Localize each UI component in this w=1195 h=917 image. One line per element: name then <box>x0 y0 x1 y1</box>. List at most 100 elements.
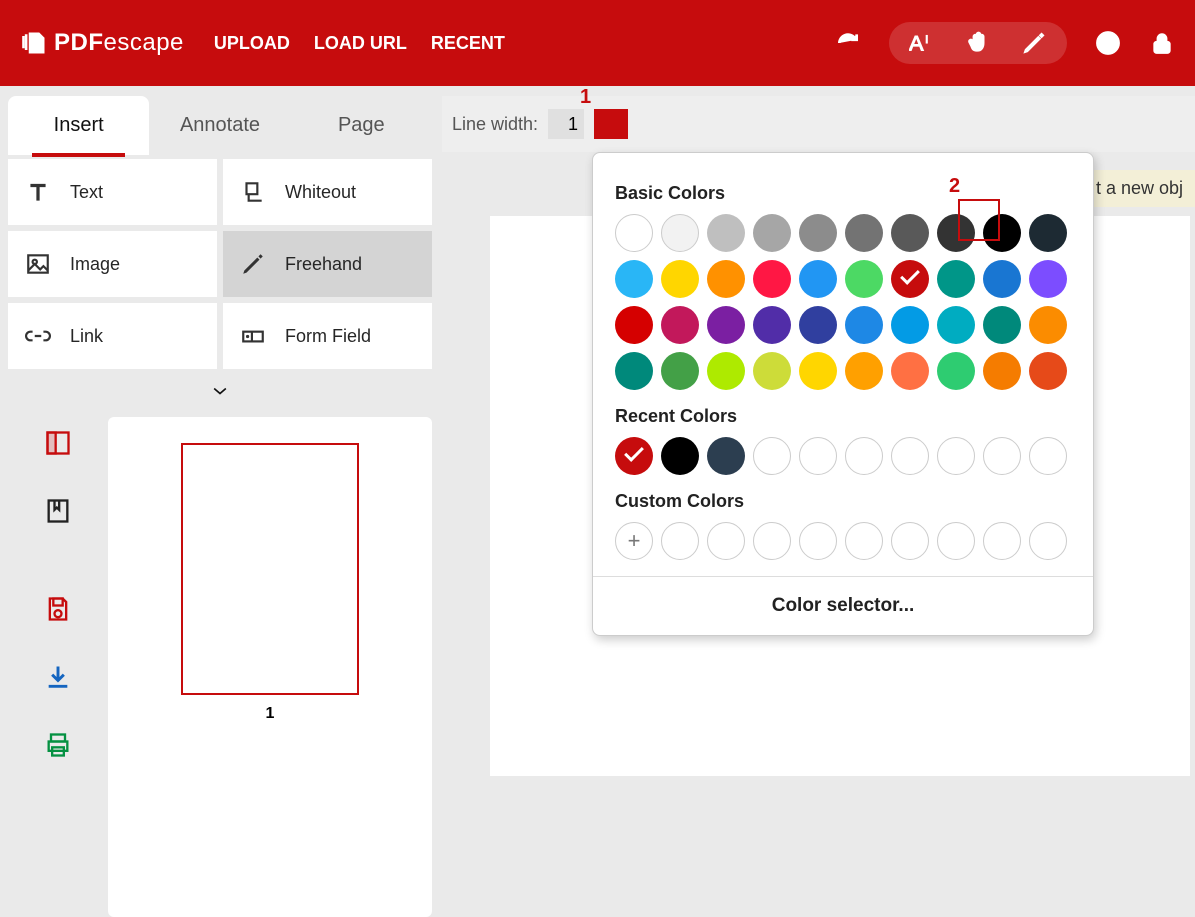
color-swatch[interactable] <box>661 214 699 252</box>
property-bar: Line width: <box>442 96 1195 152</box>
color-swatch[interactable] <box>707 352 745 390</box>
color-swatch[interactable] <box>845 260 883 298</box>
color-swatch-empty[interactable] <box>661 522 699 560</box>
color-swatch[interactable] <box>1029 260 1067 298</box>
color-swatch-empty[interactable] <box>799 522 837 560</box>
color-swatch[interactable] <box>753 306 791 344</box>
color-swatch[interactable] <box>983 306 1021 344</box>
lock-icon[interactable] <box>1149 30 1175 56</box>
color-swatch[interactable] <box>845 214 883 252</box>
tool-image[interactable]: Image <box>8 231 217 297</box>
draw-mode-icon[interactable] <box>1021 30 1047 56</box>
add-custom-color[interactable]: + <box>615 522 653 560</box>
color-swatch[interactable] <box>1029 437 1067 475</box>
color-swatch[interactable] <box>707 306 745 344</box>
tab-insert[interactable]: Insert <box>8 96 149 155</box>
color-swatch[interactable] <box>845 306 883 344</box>
tool-formfield[interactable]: Form Field <box>223 303 432 369</box>
color-swatch[interactable] <box>661 352 699 390</box>
tool-text[interactable]: Text <box>8 159 217 225</box>
redo-icon[interactable] <box>835 30 861 56</box>
whiteout-icon <box>239 178 267 206</box>
color-swatch-empty[interactable] <box>891 522 929 560</box>
save-icon[interactable] <box>44 595 72 623</box>
top-bar: PDFescape UPLOAD LOAD URL RECENT AI <box>0 0 1195 86</box>
tool-link[interactable]: Link <box>8 303 217 369</box>
color-swatch[interactable] <box>661 306 699 344</box>
color-swatch[interactable] <box>615 352 653 390</box>
color-swatch[interactable] <box>753 352 791 390</box>
download-icon[interactable] <box>44 663 72 691</box>
bookmarks-icon[interactable] <box>44 497 72 525</box>
color-swatch-empty[interactable] <box>1029 522 1067 560</box>
form-icon <box>239 322 267 350</box>
color-swatch[interactable] <box>799 437 837 475</box>
color-swatch[interactable] <box>1029 214 1067 252</box>
color-swatch[interactable] <box>753 214 791 252</box>
color-swatch-empty[interactable] <box>845 522 883 560</box>
tab-annotate[interactable]: Annotate <box>149 96 290 155</box>
color-swatch[interactable] <box>891 352 929 390</box>
color-swatch[interactable] <box>799 260 837 298</box>
color-swatch-empty[interactable] <box>937 522 975 560</box>
pan-mode-icon[interactable] <box>965 30 991 56</box>
color-swatch[interactable] <box>615 306 653 344</box>
color-swatch[interactable] <box>799 352 837 390</box>
text-mode-icon[interactable]: AI <box>909 30 935 56</box>
color-swatch[interactable] <box>753 260 791 298</box>
thumbnail-panel: 1 <box>8 417 432 917</box>
info-icon[interactable] <box>1095 30 1121 56</box>
color-selector-button[interactable]: Color selector... <box>593 576 1093 635</box>
color-swatch[interactable] <box>891 260 929 298</box>
color-swatch[interactable] <box>845 352 883 390</box>
color-swatch[interactable] <box>937 306 975 344</box>
tools-expand[interactable] <box>8 373 432 409</box>
nav-recent[interactable]: RECENT <box>431 33 505 54</box>
insert-tools: Text Whiteout Image Freehand Link Form F… <box>8 155 432 373</box>
color-swatch[interactable] <box>661 260 699 298</box>
color-swatch[interactable] <box>615 214 653 252</box>
color-swatch[interactable] <box>891 306 929 344</box>
thumbnails-view-icon[interactable] <box>44 429 72 457</box>
color-swatch-empty[interactable] <box>983 522 1021 560</box>
recent-colors-grid <box>615 437 1071 475</box>
tool-whiteout[interactable]: Whiteout <box>223 159 432 225</box>
color-swatch[interactable] <box>937 437 975 475</box>
color-swatch[interactable] <box>707 260 745 298</box>
color-swatch[interactable] <box>753 437 791 475</box>
color-swatch[interactable] <box>799 306 837 344</box>
print-icon[interactable] <box>44 731 72 759</box>
page-thumb-1[interactable] <box>181 443 359 695</box>
tool-freehand[interactable]: Freehand <box>223 231 432 297</box>
color-swatch[interactable] <box>799 214 837 252</box>
panel-tabs: Insert Annotate Page <box>8 96 432 155</box>
color-swatch[interactable] <box>983 260 1021 298</box>
nav-loadurl[interactable]: LOAD URL <box>314 33 407 54</box>
color-swatch[interactable] <box>615 260 653 298</box>
line-width-input[interactable] <box>548 109 584 139</box>
image-icon <box>24 250 52 278</box>
basic-colors-label: Basic Colors <box>615 183 1071 204</box>
color-swatch[interactable] <box>937 260 975 298</box>
line-width-label: Line width: <box>452 114 538 135</box>
color-swatch[interactable] <box>983 352 1021 390</box>
color-swatch[interactable] <box>615 437 653 475</box>
color-swatch[interactable] <box>845 437 883 475</box>
color-swatch[interactable] <box>707 437 745 475</box>
color-swatch[interactable] <box>891 214 929 252</box>
tab-page[interactable]: Page <box>291 96 432 155</box>
color-swatch-empty[interactable] <box>753 522 791 560</box>
logo[interactable]: PDFescape <box>20 29 184 57</box>
color-swatch[interactable] <box>983 437 1021 475</box>
color-swatch[interactable] <box>707 214 745 252</box>
color-swatch[interactable] <box>1029 306 1067 344</box>
svg-text:A: A <box>909 31 924 56</box>
line-color-button[interactable] <box>594 109 628 139</box>
color-swatch[interactable] <box>891 437 929 475</box>
annotation-marker-1: 1 <box>580 86 591 109</box>
color-swatch-empty[interactable] <box>707 522 745 560</box>
color-swatch[interactable] <box>1029 352 1067 390</box>
color-swatch[interactable] <box>937 352 975 390</box>
nav-upload[interactable]: UPLOAD <box>214 33 290 54</box>
color-swatch[interactable] <box>661 437 699 475</box>
